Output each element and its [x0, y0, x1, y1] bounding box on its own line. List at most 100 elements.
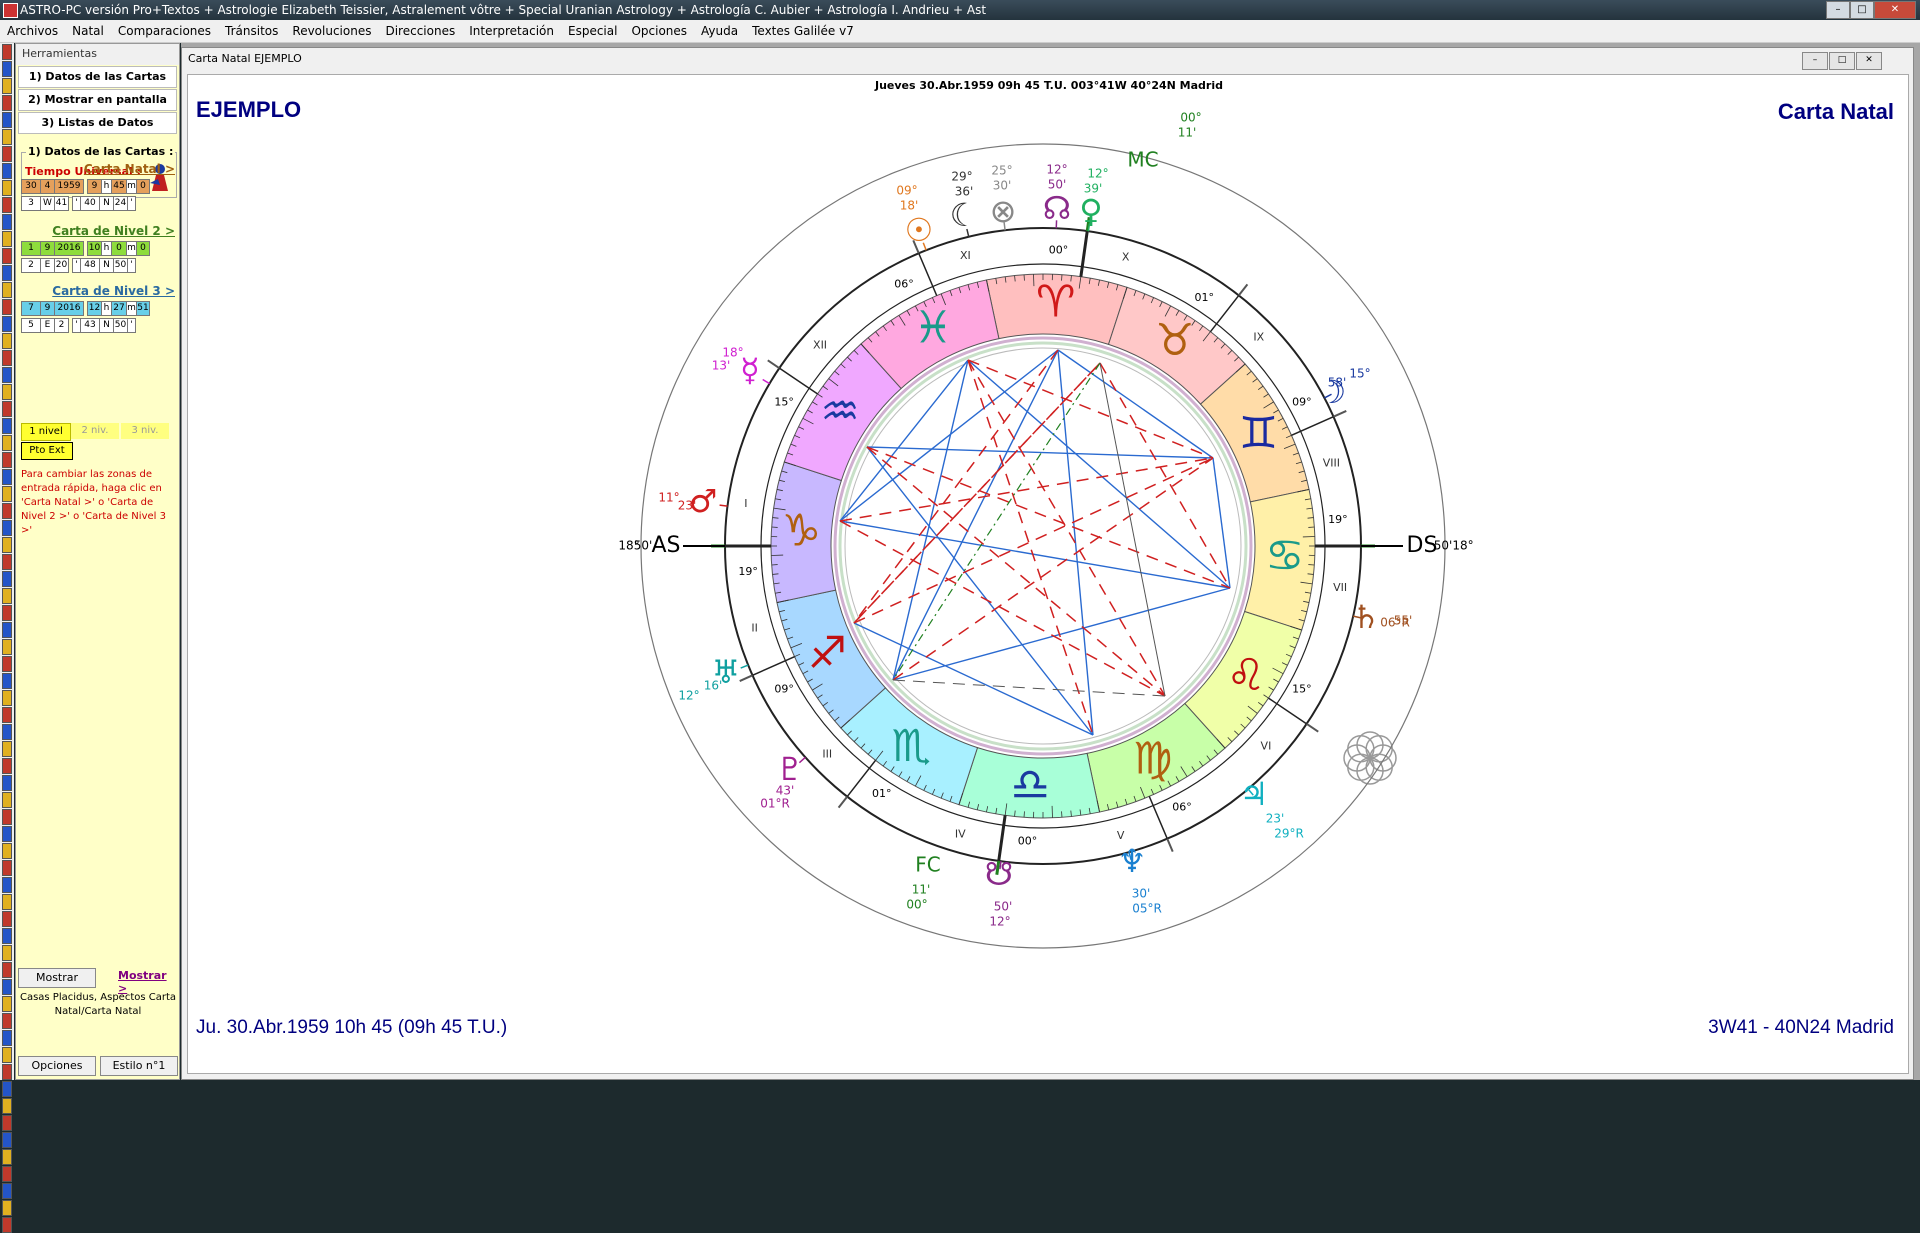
data-cell[interactable]: 1959	[54, 179, 84, 194]
mostrar-pantalla-button[interactable]: 2) Mostrar en pantalla	[18, 89, 177, 111]
data-cell[interactable]: 41	[54, 196, 69, 211]
color-swatch[interactable]	[2, 333, 12, 349]
data-cell[interactable]: '	[127, 258, 136, 273]
color-swatch[interactable]	[2, 316, 12, 332]
color-swatch[interactable]	[2, 928, 12, 944]
color-swatch[interactable]	[2, 248, 12, 264]
planet-plutón-icon[interactable]: ♇	[776, 750, 805, 788]
color-swatch[interactable]	[2, 792, 12, 808]
color-swatch[interactable]	[2, 979, 12, 995]
color-swatch[interactable]	[2, 503, 12, 519]
nivel-2-button[interactable]: 2 niv.	[71, 423, 119, 439]
color-swatch[interactable]	[2, 1081, 12, 1097]
color-swatch[interactable]	[2, 1047, 12, 1063]
chart-link-1[interactable]: Carta Natal >	[84, 162, 175, 176]
color-swatch[interactable]	[2, 435, 12, 451]
data-cell[interactable]: 7	[21, 301, 41, 316]
menu-revoluciones[interactable]: Revoluciones	[285, 20, 378, 38]
data-cell[interactable]: N	[99, 196, 114, 211]
data-cell[interactable]: 2016	[54, 301, 84, 316]
color-swatch[interactable]	[2, 78, 12, 94]
data-cell[interactable]: 5	[21, 318, 41, 333]
child-close-button[interactable]: ✕	[1856, 52, 1882, 70]
data-cell[interactable]: 9	[40, 241, 55, 256]
data-cell[interactable]: N	[99, 258, 114, 273]
color-swatch[interactable]	[2, 741, 12, 757]
color-swatch[interactable]	[2, 894, 12, 910]
color-swatch[interactable]	[2, 1183, 12, 1199]
chart-link-3[interactable]: Carta de Nivel 3 >	[52, 284, 175, 298]
planet-lilith-icon[interactable]: ☾	[950, 196, 979, 234]
data-cell[interactable]: 20	[54, 258, 69, 273]
estilo-button[interactable]: Estilo n°1	[100, 1056, 178, 1076]
color-swatch[interactable]	[2, 639, 12, 655]
color-swatch[interactable]	[2, 1132, 12, 1148]
planet-neptuno-icon[interactable]: ♆	[1118, 842, 1147, 880]
color-swatch[interactable]	[2, 962, 12, 978]
menu-especial[interactable]: Especial	[561, 20, 624, 38]
nivel-3-button[interactable]: 3 niv.	[121, 423, 169, 439]
color-swatch[interactable]	[2, 843, 12, 859]
color-swatch[interactable]	[2, 44, 12, 60]
color-swatch[interactable]	[2, 214, 12, 230]
mostrar-button[interactable]: Mostrar	[18, 968, 96, 988]
color-swatch[interactable]	[2, 350, 12, 366]
color-swatch[interactable]	[2, 61, 12, 77]
data-cell[interactable]: 0	[136, 241, 150, 256]
color-swatch[interactable]	[2, 1149, 12, 1165]
color-swatch[interactable]	[2, 758, 12, 774]
color-swatch[interactable]	[2, 95, 12, 111]
data-cell[interactable]: E	[40, 258, 55, 273]
data-cell[interactable]: '	[127, 318, 136, 333]
astro-wheel[interactable]: ♈♉♊♋♌♍♎♏♐♑♒♓I19°II09°III01°IV00°V06°VI15…	[188, 75, 1910, 1075]
menu-comparaciones[interactable]: Comparaciones	[111, 20, 218, 38]
color-swatch[interactable]	[2, 452, 12, 468]
menu-transitos[interactable]: Tránsitos	[218, 20, 285, 38]
color-swatch[interactable]	[2, 112, 12, 128]
color-swatch[interactable]	[2, 673, 12, 689]
data-cell[interactable]: 51	[136, 301, 150, 316]
color-swatch[interactable]	[2, 299, 12, 315]
minimize-button[interactable]: –	[1826, 1, 1850, 19]
planet-júpiter-icon[interactable]: ♃	[1240, 775, 1269, 813]
data-cell[interactable]: 1	[21, 241, 41, 256]
pto-ext-button[interactable]: Pto Ext	[21, 442, 73, 460]
data-cell[interactable]: N	[99, 318, 114, 333]
color-swatch[interactable]	[2, 231, 12, 247]
data-cell[interactable]: 9	[40, 301, 55, 316]
child-minimize-button[interactable]: –	[1802, 52, 1828, 70]
menu-textes-galilee[interactable]: Textes Galilée v7	[745, 20, 861, 38]
color-swatch[interactable]	[2, 775, 12, 791]
color-swatch[interactable]	[2, 724, 12, 740]
color-swatch[interactable]	[2, 1013, 12, 1029]
color-swatch[interactable]	[2, 690, 12, 706]
color-swatch[interactable]	[2, 163, 12, 179]
data-cell[interactable]: 45	[111, 179, 127, 194]
color-swatch[interactable]	[2, 1217, 12, 1233]
color-swatch[interactable]	[2, 945, 12, 961]
color-swatch[interactable]	[2, 146, 12, 162]
color-swatch[interactable]	[2, 180, 12, 196]
opciones-button[interactable]: Opciones	[18, 1056, 96, 1076]
color-swatch[interactable]	[2, 877, 12, 893]
planet-nodo-sur-icon[interactable]: ☋	[985, 855, 1013, 893]
color-swatch[interactable]	[2, 860, 12, 876]
datos-cartas-button[interactable]: 1) Datos de las Cartas	[18, 66, 177, 88]
data-cell[interactable]: 43	[80, 318, 100, 333]
data-cell[interactable]: 2	[21, 258, 41, 273]
close-button[interactable]: ✕	[1874, 1, 1916, 19]
menu-natal[interactable]: Natal	[65, 20, 111, 38]
data-cell[interactable]: '	[127, 196, 136, 211]
data-cell[interactable]: 0	[111, 241, 127, 256]
color-swatch[interactable]	[2, 367, 12, 383]
color-swatch[interactable]	[2, 996, 12, 1012]
chart-canvas[interactable]: Jueves 30.Abr.1959 09h 45 T.U. 003°41W 4…	[187, 74, 1909, 1074]
data-cell[interactable]: 2016	[54, 241, 84, 256]
data-cell[interactable]: 27	[111, 301, 127, 316]
color-swatch[interactable]	[2, 571, 12, 587]
color-swatch[interactable]	[2, 265, 12, 281]
data-cell[interactable]: 50	[113, 258, 128, 273]
color-swatch[interactable]	[2, 911, 12, 927]
color-swatch[interactable]	[2, 656, 12, 672]
menu-ayuda[interactable]: Ayuda	[694, 20, 745, 38]
